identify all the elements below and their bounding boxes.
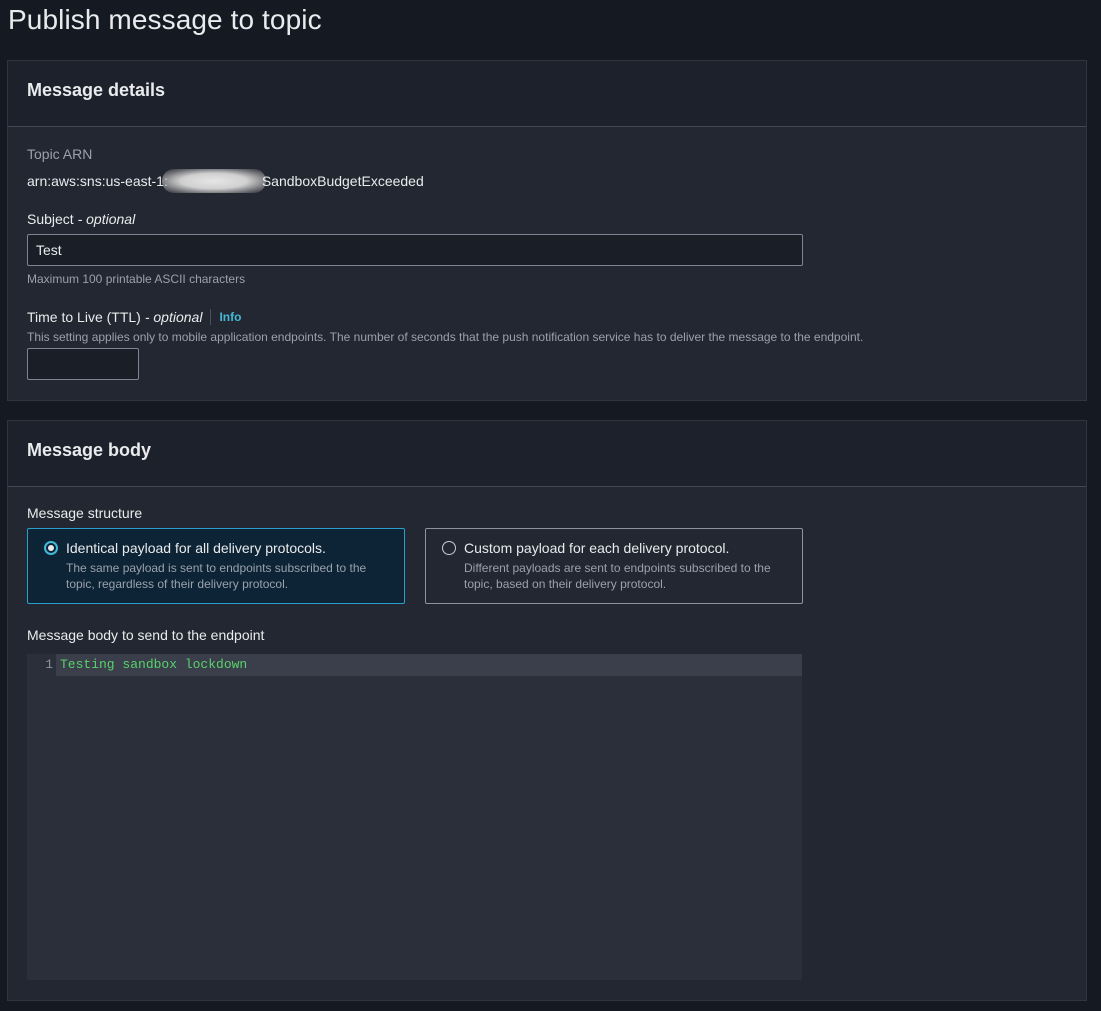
ttl-label-text: Time to Live (TTL) <box>27 309 141 325</box>
ttl-info-link[interactable]: Info <box>210 309 241 325</box>
identical-payload-description: The same payload is sent to endpoints su… <box>66 561 367 591</box>
message-body-panel: Message body Message structure Identical… <box>7 420 1087 1001</box>
message-structure-label: Message structure <box>27 505 143 521</box>
subject-label: Subject - optional <box>27 211 135 227</box>
topic-arn-suffix: SandboxBudgetExceeded <box>261 173 424 189</box>
line-number: 1 <box>45 657 53 672</box>
message-body-editor-label: Message body to send to the endpoint <box>27 627 265 643</box>
message-body-editor[interactable]: 1 Testing sandbox lockdown <box>27 654 802 980</box>
subject-label-text: Subject <box>27 211 74 227</box>
redacted-account-id <box>161 169 266 193</box>
ttl-input[interactable] <box>27 348 139 380</box>
subject-optional-tag: - optional <box>77 211 136 227</box>
message-details-panel: Message details Topic ARN arn:aws:sns:us… <box>7 60 1087 401</box>
topic-arn-prefix: arn:aws:sns:us-east-1: <box>27 173 168 189</box>
ttl-optional-tag: - optional <box>144 309 203 325</box>
custom-payload-tile[interactable]: Custom payload for each delivery protoco… <box>425 528 803 604</box>
page-title: Publish message to topic <box>8 4 322 35</box>
ttl-description: This setting applies only to mobile appl… <box>27 330 864 344</box>
custom-payload-radio[interactable] <box>442 541 456 555</box>
message-body-heading: Message body <box>27 440 152 460</box>
topic-arn-value: arn:aws:sns:us-east-1: SandboxBudgetExce… <box>27 169 424 193</box>
ttl-label: Time to Live (TTL) - optional Info <box>27 309 241 325</box>
message-details-heading: Message details <box>27 80 166 100</box>
editor-content[interactable]: Testing sandbox lockdown <box>60 657 247 672</box>
identical-payload-title: Identical payload for all delivery proto… <box>66 540 326 556</box>
topic-arn-label: Topic ARN <box>27 146 93 162</box>
custom-payload-description: Different payloads are sent to endpoints… <box>464 561 771 591</box>
page: Publish message to topic Message details… <box>0 0 1101 1011</box>
identical-payload-radio[interactable] <box>44 541 58 555</box>
identical-payload-tile[interactable]: Identical payload for all delivery proto… <box>27 528 405 604</box>
message-details-header: Message details <box>8 61 1086 127</box>
editor-gutter: 1 <box>27 654 55 980</box>
custom-payload-title: Custom payload for each delivery protoco… <box>464 540 730 556</box>
message-body-header: Message body <box>8 421 1086 487</box>
subject-input[interactable] <box>27 234 803 266</box>
subject-hint: Maximum 100 printable ASCII characters <box>27 272 246 286</box>
